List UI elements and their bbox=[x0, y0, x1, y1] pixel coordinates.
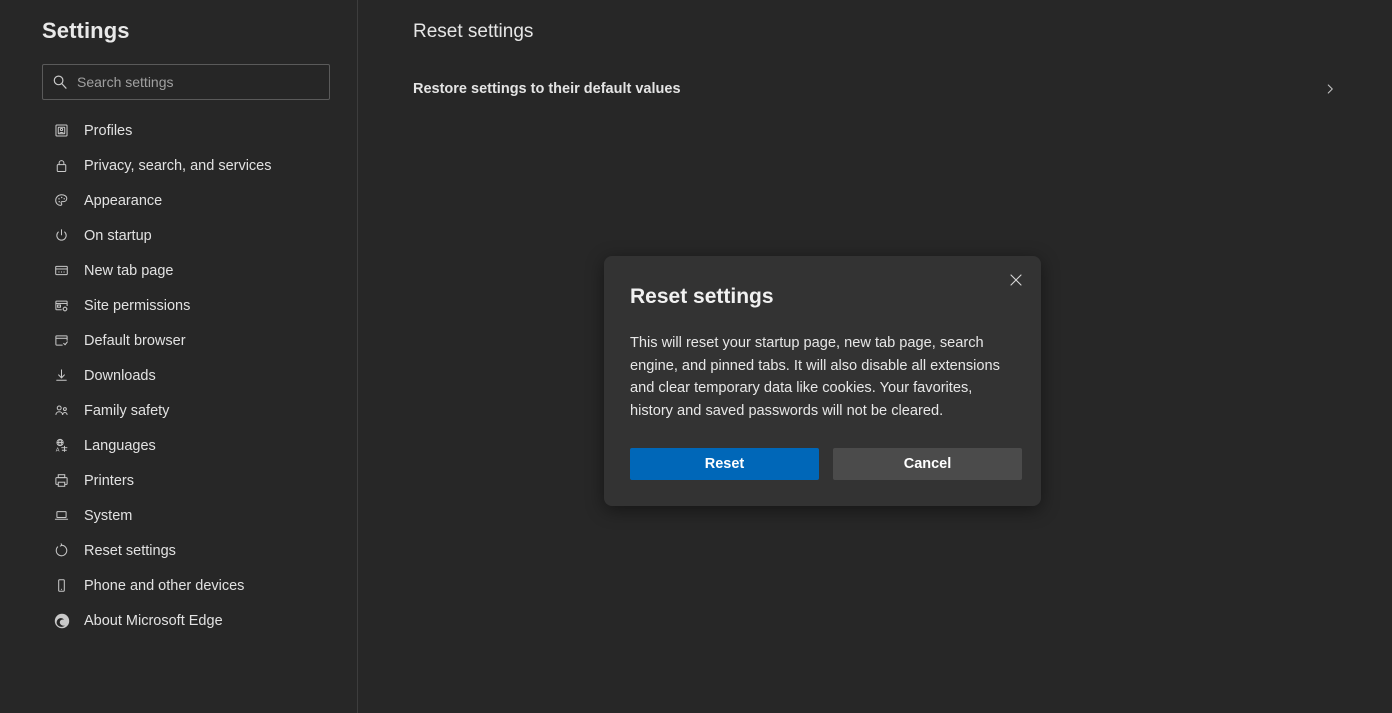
sidebar-item-site-permissions[interactable]: Site permissions bbox=[0, 288, 358, 323]
new-tab-page-icon bbox=[53, 261, 75, 281]
search-icon bbox=[43, 74, 77, 90]
sidebar-item-on-startup[interactable]: On startup bbox=[0, 218, 358, 253]
dialog-actions: Reset Cancel bbox=[630, 448, 1022, 480]
power-icon bbox=[53, 226, 75, 246]
sidebar-item-profiles[interactable]: Profiles bbox=[0, 113, 358, 148]
sidebar-nav-list: Profiles Privacy, search, and services A… bbox=[0, 113, 358, 638]
sidebar-item-printers[interactable]: Printers bbox=[0, 463, 358, 498]
printer-icon bbox=[53, 471, 75, 491]
sidebar-item-label: Phone and other devices bbox=[84, 577, 245, 594]
page-title: Reset settings bbox=[413, 21, 534, 42]
sidebar-title: Settings bbox=[42, 18, 130, 43]
profile-card-icon bbox=[53, 121, 75, 141]
reset-circular-arrow-icon bbox=[53, 541, 75, 561]
dialog-title: Reset settings bbox=[630, 285, 774, 308]
sidebar-item-about-microsoft-edge[interactable]: About Microsoft Edge bbox=[0, 603, 358, 638]
sidebar-item-default-browser[interactable]: Default browser bbox=[0, 323, 358, 358]
sidebar-item-label: Site permissions bbox=[84, 297, 191, 314]
sidebar-item-label: New tab page bbox=[84, 262, 174, 279]
phone-icon bbox=[53, 576, 75, 596]
palette-icon bbox=[53, 191, 75, 211]
languages-globe-icon: A bbox=[53, 436, 75, 456]
sidebar-item-downloads[interactable]: Downloads bbox=[0, 358, 358, 393]
reset-button[interactable]: Reset bbox=[630, 448, 819, 480]
sidebar-item-privacy-search-and-services[interactable]: Privacy, search, and services bbox=[0, 148, 358, 183]
edge-logo-icon bbox=[53, 611, 75, 631]
sidebar-item-label: Languages bbox=[84, 437, 156, 454]
site-permissions-icon bbox=[53, 296, 75, 316]
chevron-right-icon bbox=[1323, 82, 1337, 96]
family-people-icon bbox=[53, 401, 75, 421]
sidebar-item-label: Default browser bbox=[84, 332, 186, 349]
sidebar-item-appearance[interactable]: Appearance bbox=[0, 183, 358, 218]
sidebar-item-new-tab-page[interactable]: New tab page bbox=[0, 253, 358, 288]
sidebar-item-label: System bbox=[84, 507, 133, 524]
sidebar-item-label: Printers bbox=[84, 472, 134, 489]
laptop-icon bbox=[53, 506, 75, 526]
sidebar-item-label: Appearance bbox=[84, 192, 163, 209]
default-browser-icon bbox=[53, 331, 75, 351]
sidebar-item-label: Profiles bbox=[84, 122, 133, 139]
settings-sidebar: Settings Profiles bbox=[0, 0, 358, 713]
sidebar-item-reset-settings[interactable]: Reset settings bbox=[0, 533, 358, 568]
search-settings-box[interactable] bbox=[42, 64, 330, 100]
restore-defaults-row[interactable]: Restore settings to their default values bbox=[399, 70, 1349, 107]
lock-icon bbox=[53, 156, 75, 176]
sidebar-item-label: Reset settings bbox=[84, 542, 176, 559]
sidebar-item-languages[interactable]: A Languages bbox=[0, 428, 358, 463]
sidebar-item-system[interactable]: System bbox=[0, 498, 358, 533]
restore-defaults-label: Restore settings to their default values bbox=[413, 80, 681, 97]
sidebar-item-label: Family safety bbox=[84, 402, 170, 419]
sidebar-item-label: About Microsoft Edge bbox=[84, 612, 223, 629]
sidebar-item-label: Privacy, search, and services bbox=[84, 157, 272, 174]
dialog-body-text: This will reset your startup page, new t… bbox=[630, 335, 1000, 419]
sidebar-item-label: On startup bbox=[84, 227, 152, 244]
sidebar-item-phone-and-other-devices[interactable]: Phone and other devices bbox=[0, 568, 358, 603]
download-arrow-icon bbox=[53, 366, 75, 386]
sidebar-item-label: Downloads bbox=[84, 367, 156, 384]
search-input[interactable] bbox=[77, 65, 329, 99]
cancel-button[interactable]: Cancel bbox=[833, 448, 1022, 480]
sidebar-item-family-safety[interactable]: Family safety bbox=[0, 393, 358, 428]
svg-text:A: A bbox=[56, 447, 60, 453]
close-icon[interactable] bbox=[997, 264, 1035, 296]
reset-settings-dialog: Reset settings This will reset your star… bbox=[604, 256, 1041, 506]
